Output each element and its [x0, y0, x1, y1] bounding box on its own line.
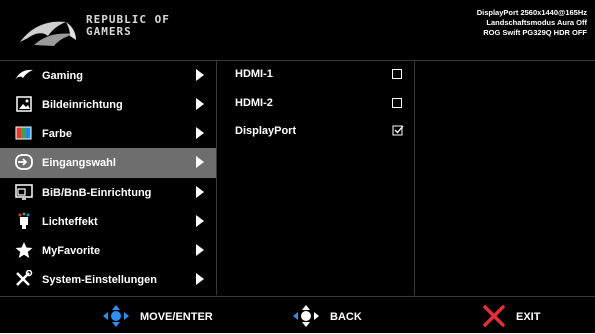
submenu-item-displayport[interactable]: DisplayPort — [235, 121, 405, 141]
checkbox-unchecked-icon[interactable] — [392, 69, 402, 79]
chevron-right-icon — [196, 69, 204, 81]
joystick-back-icon — [293, 305, 319, 327]
color-icon — [15, 126, 32, 140]
brand-line-2: GAMERS — [86, 25, 132, 38]
osd-menu: REPUBLIC OF GAMERS DisplayPort 2560x1440… — [0, 0, 595, 333]
joystick-move-icon — [103, 305, 129, 327]
menu-item-label: Gaming — [42, 70, 83, 82]
menu-item-label: BiB/BnB-Einrichtung — [42, 187, 152, 199]
menu-item-myfavorite[interactable]: MyFavorite — [0, 236, 216, 265]
menu-item-label: Bildeinrichtung — [42, 99, 123, 111]
wrench-icon — [16, 270, 33, 286]
menu-item-label: MyFavorite — [42, 245, 101, 257]
chevron-right-icon — [196, 273, 204, 285]
checkbox-unchecked-icon[interactable] — [392, 98, 402, 108]
close-icon — [483, 305, 505, 327]
brand-text: REPUBLIC OF GAMERS — [86, 14, 170, 38]
menu-item-bib-bnb[interactable]: BiB/BnB-Einrichtung — [0, 178, 216, 207]
header: REPUBLIC OF GAMERS DisplayPort 2560x1440… — [0, 0, 595, 61]
submenu-item-hdmi1[interactable]: HDMI-1 — [235, 64, 405, 84]
footer: MOVE/ENTER BACK EXIT — [0, 296, 595, 334]
back-button[interactable]: BACK — [290, 305, 380, 327]
checkbox-checked-icon[interactable] — [392, 124, 404, 136]
pip-icon — [15, 184, 33, 200]
submenu: HDMI-1 HDMI-2 DisplayPort — [217, 61, 415, 295]
status-info: DisplayPort 2560x1440@165Hz Landschaftsm… — [477, 8, 587, 38]
chevron-right-icon — [196, 186, 204, 198]
star-icon — [15, 242, 33, 258]
back-label: BACK — [330, 311, 362, 323]
move-enter-label: MOVE/ENTER — [140, 311, 213, 323]
menu-item-label: Farbe — [42, 128, 72, 140]
submenu-item-label: HDMI-2 — [235, 97, 273, 109]
chevron-right-icon — [196, 98, 204, 110]
image-icon — [16, 96, 32, 112]
chevron-right-icon — [196, 127, 204, 139]
chevron-right-icon — [196, 244, 204, 256]
menu-item-farbe[interactable]: Farbe — [0, 119, 216, 148]
menu-item-bildeinrichtung[interactable]: Bildeinrichtung — [0, 90, 216, 119]
chevron-right-icon — [196, 215, 204, 227]
menu-item-label: Eingangswahl — [42, 157, 116, 169]
detail-panel — [415, 61, 595, 295]
input-icon — [15, 154, 33, 170]
menu-item-label: System-Einstellungen — [42, 274, 157, 286]
rog-eye-icon — [15, 69, 33, 80]
menu-item-lichteffekt[interactable]: Lichteffekt — [0, 207, 216, 236]
menu-item-eingangswahl[interactable]: Eingangswahl — [0, 148, 216, 178]
chevron-right-icon — [196, 156, 204, 168]
exit-label: EXIT — [516, 311, 541, 323]
menu-item-label: Lichteffekt — [42, 216, 98, 228]
main-menu: Gaming Bildeinrichtung Farbe Eingangswah… — [0, 61, 217, 295]
light-effect-icon — [18, 212, 30, 229]
status-line-3: ROG Swift PG329Q HDR OFF — [483, 28, 587, 37]
move-enter-button[interactable]: MOVE/ENTER — [100, 305, 230, 327]
exit-button[interactable]: EXIT — [482, 305, 562, 327]
submenu-item-label: DisplayPort — [235, 125, 297, 137]
submenu-item-hdmi2[interactable]: HDMI-2 — [235, 93, 405, 113]
menu-item-system-einstellungen[interactable]: System-Einstellungen — [0, 265, 216, 294]
status-line-2: Landschaftsmodus Aura Off — [486, 18, 587, 27]
menu-item-gaming[interactable]: Gaming — [0, 61, 216, 90]
status-line-1: DisplayPort 2560x1440@165Hz — [476, 8, 587, 17]
submenu-item-label: HDMI-1 — [235, 68, 273, 80]
